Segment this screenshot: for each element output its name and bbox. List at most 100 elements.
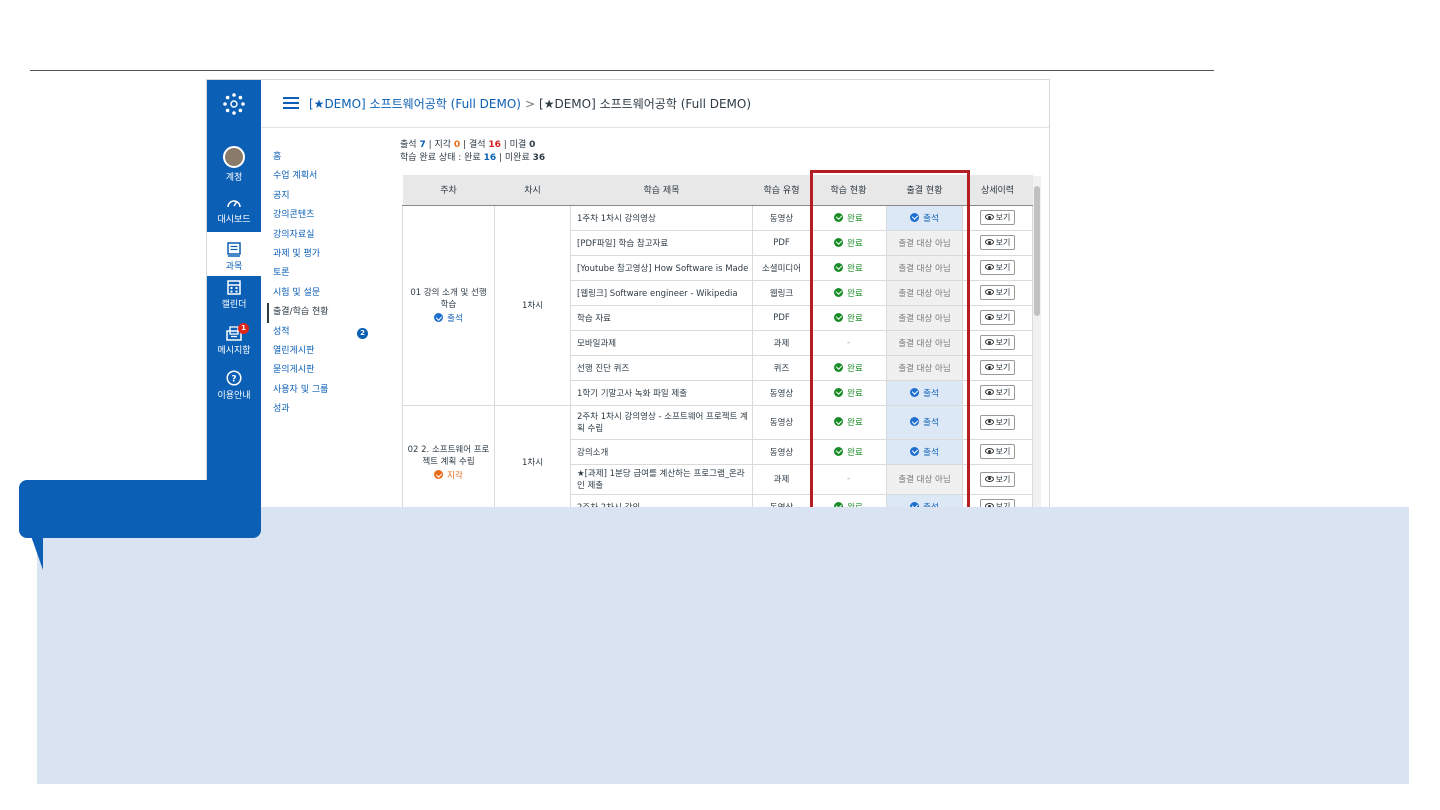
- nav-calendar[interactable]: 캘린더: [207, 280, 261, 310]
- breadcrumb-course-link[interactable]: [★DEMO] 소프트웨어공학 (Full DEMO): [309, 97, 521, 111]
- week-attendance-label: 출석: [447, 314, 463, 324]
- view-history-button[interactable]: 보기: [979, 444, 1016, 459]
- week-cell: 01 강의 소개 및 선행 학습출석: [402, 204, 495, 406]
- eye-icon: [984, 314, 994, 320]
- eye-icon: [984, 448, 994, 454]
- view-button-label: 보기: [995, 363, 1011, 372]
- view-history-button[interactable]: 보기: [979, 414, 1016, 430]
- eye-icon: [984, 475, 994, 482]
- course-nav-open-board[interactable]: 열린게시판: [273, 342, 383, 361]
- undecided-count: 0: [529, 140, 536, 150]
- svg-text:?: ?: [231, 375, 236, 385]
- view-history-button[interactable]: 보기: [979, 471, 1016, 487]
- calendar-icon: [227, 280, 241, 295]
- late-label: 지각: [434, 140, 452, 150]
- item-title: 강의소개: [570, 438, 753, 465]
- history-cell: 보기: [962, 354, 1033, 381]
- course-nav-people[interactable]: 사용자 및 그룹: [273, 381, 383, 400]
- view-history-button[interactable]: 보기: [979, 260, 1016, 275]
- global-navigation: 계정 대시보드 과목 캘린더 1 메시지함 ? 이용안내: [207, 80, 261, 508]
- course-nav-quizzes[interactable]: 시험 및 설문: [273, 284, 383, 303]
- view-history-button[interactable]: 보기: [979, 285, 1016, 300]
- nav-inbox-label: 메시지함: [217, 346, 251, 356]
- course-nav-assignments[interactable]: 과제 및 평가: [273, 245, 383, 264]
- course-nav-announcements[interactable]: 공지: [273, 187, 383, 206]
- item-type: 동영상: [752, 438, 811, 465]
- nav-courses-label: 과목: [225, 262, 243, 272]
- session-cell: 1차시: [494, 204, 571, 406]
- item-type: 동영상: [752, 204, 811, 231]
- view-button-label: 보기: [995, 474, 1011, 484]
- nav-courses[interactable]: 과목: [207, 232, 261, 276]
- nav-inbox[interactable]: 1 메시지함: [207, 323, 261, 356]
- view-button-label: 보기: [995, 213, 1011, 222]
- week-attendance-label: 지각: [447, 471, 463, 481]
- course-nav-syllabus[interactable]: 수업 계획서: [273, 167, 383, 186]
- course-nav-discussions[interactable]: 토론: [273, 264, 383, 283]
- incomplete-label: 미완료: [504, 153, 530, 163]
- item-title: 2주차 1차시 강의영상 - 소프트웨어 프로젝트 계획 수립: [570, 404, 753, 440]
- view-history-button[interactable]: 보기: [979, 235, 1016, 250]
- incomplete-count: 36: [532, 153, 546, 163]
- avatar: [223, 146, 245, 168]
- view-button-label: 보기: [995, 263, 1011, 272]
- week-attendance: 출석: [406, 312, 491, 324]
- item-title: 1주차 1차시 강의영상: [570, 204, 753, 231]
- course-nav-outcomes[interactable]: 성과: [273, 400, 383, 419]
- eye-icon: [984, 418, 994, 425]
- course-nav-files[interactable]: 강의자료실: [273, 226, 383, 245]
- course-nav-home[interactable]: 홈: [273, 148, 383, 167]
- check-circle-icon: [434, 313, 444, 322]
- item-type: 퀴즈: [752, 354, 811, 381]
- item-type: 동영상: [752, 379, 811, 406]
- breadcrumb: [★DEMO] 소프트웨어공학 (Full DEMO) > [★DEMO] 소프트웨…: [309, 95, 751, 112]
- header-history: 상세이력: [962, 175, 1033, 206]
- view-history-button[interactable]: 보기: [979, 360, 1016, 375]
- header-title: 학습 제목: [570, 175, 753, 206]
- history-cell: 보기: [962, 404, 1033, 440]
- history-cell: 보기: [962, 329, 1033, 356]
- item-title: 선행 진단 퀴즈: [570, 354, 753, 381]
- course-nav-grades[interactable]: 성적 2: [273, 323, 383, 342]
- eye-icon: [984, 264, 994, 270]
- attendance-counts: 출석 7 | 지각 0 | 결석 16 | 미결 0: [400, 140, 536, 150]
- course-nav-contents[interactable]: 강의콘텐츠: [273, 206, 383, 225]
- table-scrollbar[interactable]: [1033, 176, 1041, 508]
- view-button-label: 보기: [995, 388, 1011, 397]
- history-cell: 보기: [962, 204, 1033, 231]
- history-cell: 보기: [962, 254, 1033, 281]
- view-history-button[interactable]: 보기: [979, 385, 1016, 400]
- eye-icon: [984, 389, 994, 395]
- week-title: 01 강의 소개 및 선행 학습: [410, 288, 487, 310]
- item-type: 웹링크: [752, 279, 811, 306]
- history-cell: 보기: [962, 438, 1033, 465]
- item-type: 과제: [752, 329, 811, 356]
- status-columns-highlight: [810, 170, 970, 514]
- item-title: [Youtube 참고영상] How Software is Made: [570, 254, 753, 281]
- course-nav-qna-board[interactable]: 묻의게시판: [273, 361, 383, 380]
- completion-label: 학습 완료 상태 : 완료: [400, 153, 481, 163]
- view-history-button[interactable]: 보기: [979, 310, 1016, 325]
- view-history-button[interactable]: 보기: [979, 210, 1016, 225]
- logo-icon[interactable]: [207, 92, 261, 116]
- item-type: PDF: [752, 304, 811, 331]
- week-title: 02 2. 소프트웨어 프로젝트 계획 수립: [407, 445, 490, 467]
- item-type: 과제: [752, 463, 811, 495]
- dashboard-icon: [227, 200, 241, 208]
- check-circle-icon: [434, 470, 444, 479]
- nav-account[interactable]: 계정: [207, 146, 261, 183]
- help-icon: ?: [226, 370, 242, 386]
- scrollbar-thumb[interactable]: [1034, 186, 1040, 316]
- eye-icon: [984, 239, 994, 245]
- course-nav-attendance[interactable]: 출결/학습 현황: [267, 303, 383, 323]
- top-divider: [30, 70, 1214, 71]
- eye-icon: [984, 214, 994, 220]
- caption-overlay-panel: [37, 507, 1409, 784]
- eye-icon: [984, 339, 994, 345]
- attend-count: 7: [419, 140, 426, 150]
- view-button-label: 보기: [995, 338, 1011, 347]
- view-history-button[interactable]: 보기: [979, 335, 1016, 350]
- nav-dashboard[interactable]: 대시보드: [207, 196, 261, 225]
- nav-help[interactable]: ? 이용안내: [207, 370, 261, 401]
- menu-icon[interactable]: [283, 97, 299, 109]
